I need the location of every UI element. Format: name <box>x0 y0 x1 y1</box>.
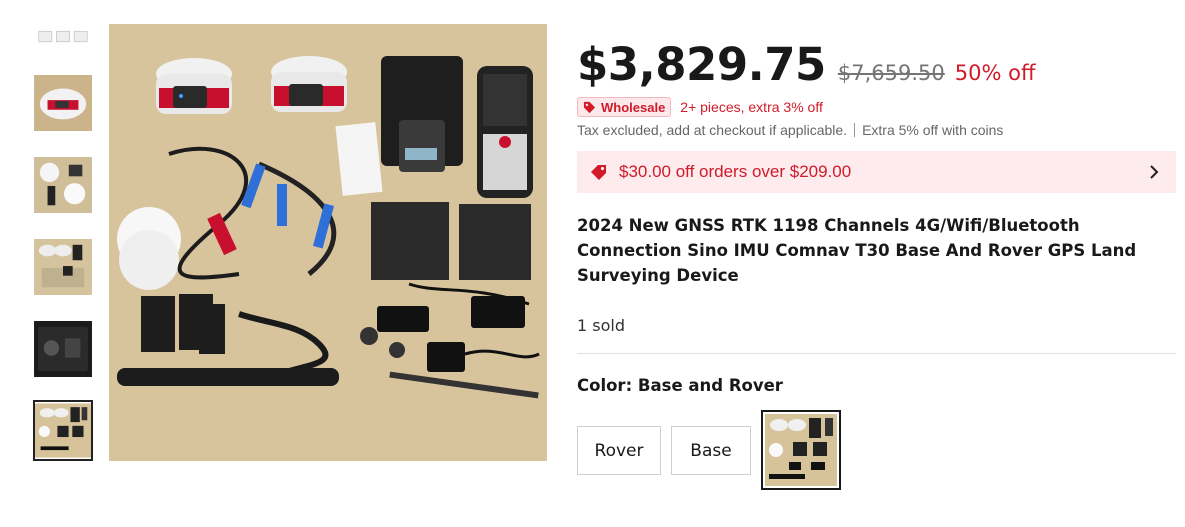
thumbnail-2[interactable] <box>33 74 93 132</box>
gnss-receiver-2 <box>271 56 347 112</box>
product-title: 2024 New GNSS RTK 1198 Channels 4G/Wifi/… <box>577 216 1137 285</box>
thumbnail-image <box>34 321 92 377</box>
variant-image <box>765 414 837 486</box>
coupon-tag-icon <box>591 165 606 180</box>
thumbnail-1[interactable] <box>33 22 93 52</box>
thumbnail-image <box>34 75 92 131</box>
thumbnail-image <box>34 157 92 213</box>
thumbnail-image <box>35 23 91 51</box>
radio-module <box>381 56 463 172</box>
current-price: $3,829.75 <box>577 38 826 91</box>
coins-note: Extra 5% off with coins <box>862 122 1004 138</box>
sold-count: 1 sold <box>577 316 625 335</box>
handheld-controller <box>477 66 533 198</box>
color-label: Color: Base and Rover <box>577 376 783 395</box>
main-product-image[interactable] <box>109 24 547 461</box>
coupon-banner[interactable]: $30.00 off orders over $209.00 <box>577 151 1176 193</box>
variant-rover-button[interactable]: Rover <box>577 426 661 475</box>
thumbnail-image <box>34 239 92 295</box>
product-photo <box>109 24 547 461</box>
divider <box>854 123 856 137</box>
gnss-receiver-1 <box>156 58 232 114</box>
thumbnail-image <box>35 403 91 458</box>
wholesale-badge-label: Wholesale <box>601 99 666 115</box>
variant-base-and-rover-selected[interactable] <box>761 410 841 490</box>
discount-percent: 50% off <box>954 61 1036 85</box>
thumbnail-6-selected[interactable] <box>33 400 93 461</box>
tax-row: Tax excluded, add at checkout if applica… <box>577 122 1003 138</box>
variant-base-button[interactable]: Base <box>671 426 751 475</box>
tag-icon <box>583 101 596 113</box>
divider <box>577 353 1176 354</box>
wholesale-row: Wholesale 2+ pieces, extra 3% off <box>577 97 823 117</box>
thumbnail-4[interactable] <box>33 238 93 296</box>
thumbnail-5[interactable] <box>33 320 93 378</box>
thumbnail-3[interactable] <box>33 156 93 214</box>
price-row: $3,829.75 $7,659.50 50% off <box>577 38 1035 91</box>
coupon-text: $30.00 off orders over $209.00 <box>619 162 852 181</box>
wholesale-badge: Wholesale <box>577 97 672 117</box>
chevron-right-icon[interactable] <box>1149 164 1159 180</box>
original-price: $7,659.50 <box>837 61 945 85</box>
wholesale-note: 2+ pieces, extra 3% off <box>680 99 823 115</box>
tax-note: Tax excluded, add at checkout if applica… <box>577 122 848 138</box>
